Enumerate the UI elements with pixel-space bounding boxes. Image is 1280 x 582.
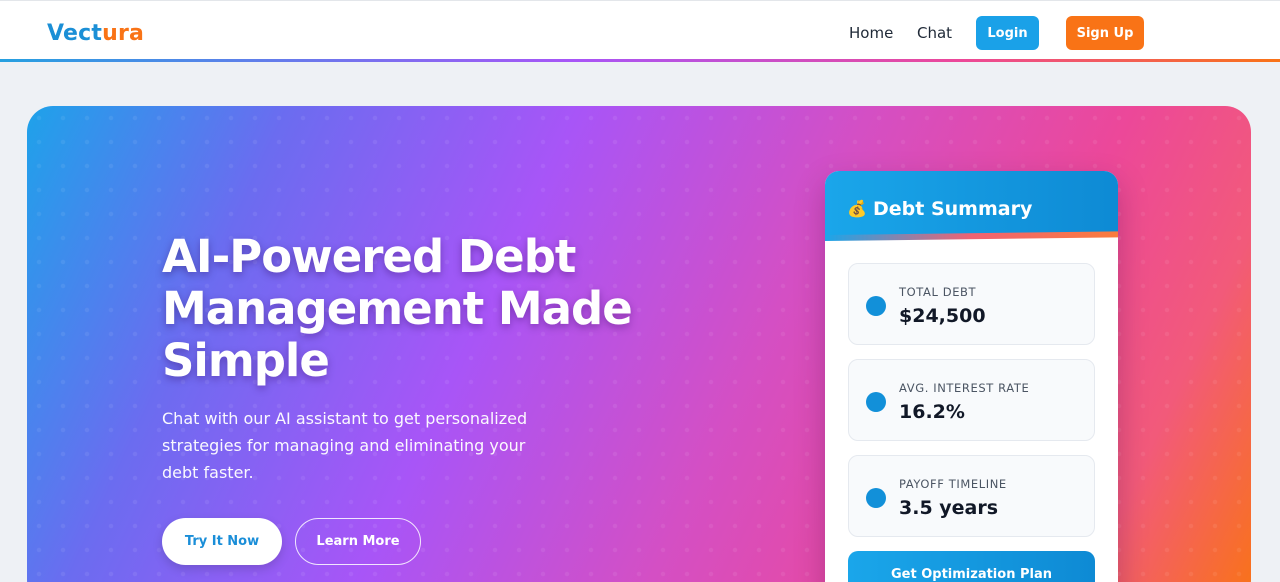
stat-value: $24,500 bbox=[899, 305, 986, 327]
stat-label: TOTAL DEBT bbox=[899, 285, 977, 299]
stat-payoff-timeline: PAYOFF TIMELINE 3.5 years bbox=[848, 455, 1095, 537]
logo-text-accent: ura bbox=[102, 21, 145, 46]
hero-title: AI-Powered Debt Management Made Simple bbox=[162, 230, 633, 387]
top-navbar: Vectura Home Chat Login Sign Up bbox=[0, 0, 1280, 62]
brand-logo[interactable]: Vectura bbox=[47, 21, 144, 46]
get-optimization-plan-button[interactable]: Get Optimization Plan bbox=[848, 551, 1095, 582]
money-bag-icon: 💰 bbox=[847, 201, 867, 218]
logo-text-primary: Vect bbox=[47, 21, 103, 46]
stat-total-debt: TOTAL DEBT $24,500 bbox=[848, 263, 1095, 345]
try-it-now-button[interactable]: Try It Now bbox=[162, 518, 282, 565]
hero-subtitle: Chat with our AI assistant to get person… bbox=[162, 409, 528, 482]
signup-button[interactable]: Sign Up bbox=[1066, 16, 1144, 50]
stat-indicator-icon bbox=[866, 392, 886, 412]
card-title: Debt Summary bbox=[873, 198, 1033, 220]
stat-indicator-icon bbox=[866, 488, 886, 508]
stat-indicator-icon bbox=[866, 296, 886, 316]
stat-label: AVG. INTEREST RATE bbox=[899, 381, 1030, 395]
stat-value: 16.2% bbox=[899, 401, 965, 423]
stat-label: PAYOFF TIMELINE bbox=[899, 477, 1007, 491]
learn-more-button[interactable]: Learn More bbox=[295, 518, 421, 565]
stat-value: 3.5 years bbox=[899, 497, 999, 519]
navbar-gradient-divider bbox=[0, 59, 1280, 62]
nav-link-chat[interactable]: Chat bbox=[917, 24, 952, 42]
debt-summary-card: 💰 Debt Summary TOTAL DEBT $24,500 AVG. I… bbox=[825, 171, 1118, 582]
nav-link-home[interactable]: Home bbox=[849, 24, 893, 42]
stat-avg-interest-rate: AVG. INTEREST RATE 16.2% bbox=[848, 359, 1095, 441]
login-button[interactable]: Login bbox=[976, 16, 1039, 50]
